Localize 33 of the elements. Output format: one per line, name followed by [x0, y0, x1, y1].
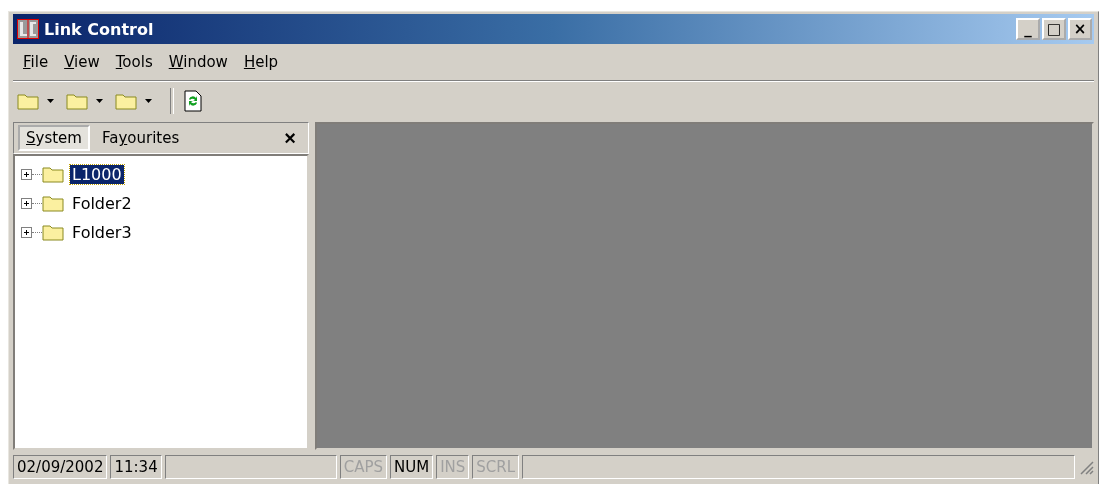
app-logo-icon	[17, 19, 39, 39]
expand-icon[interactable]	[21, 197, 32, 209]
resize-grip-icon[interactable]	[1078, 459, 1094, 475]
panel-tab[interactable]: Fayourites	[93, 125, 188, 151]
tree-item[interactable]: Folder3	[70, 222, 134, 242]
tree-item[interactable]: L1000	[70, 164, 124, 184]
status-indicator: NUM	[390, 455, 434, 479]
folder-icon	[42, 223, 64, 241]
menu-item[interactable]: Window	[160, 53, 236, 71]
tree-item[interactable]: Folder2	[70, 193, 134, 213]
menu-item[interactable]: File	[15, 53, 57, 71]
refresh-icon[interactable]	[184, 90, 202, 112]
menu-item[interactable]: View	[56, 53, 108, 71]
close-button[interactable]: ×	[284, 126, 296, 150]
expand-icon[interactable]	[21, 226, 32, 238]
status-date: 02/09/2002	[13, 455, 108, 479]
menu-item[interactable]: Help	[235, 53, 287, 71]
menu-item[interactable]: Tools	[107, 53, 161, 71]
close-button[interactable]: ×	[1068, 18, 1092, 40]
caret-icon[interactable]	[47, 99, 54, 103]
folder-icon	[42, 165, 64, 183]
maximize-button[interactable]: □	[1042, 18, 1066, 40]
window-title: Link Control	[44, 19, 155, 39]
minimize-button[interactable]: _	[1016, 18, 1040, 40]
panel-tab[interactable]: System	[18, 125, 90, 151]
folder-icon	[42, 194, 64, 212]
status-time: 11:34	[110, 455, 162, 479]
caret-icon[interactable]	[96, 99, 103, 103]
caret-icon[interactable]	[145, 99, 152, 103]
expand-icon[interactable]	[21, 168, 32, 180]
folder-icon	[17, 92, 39, 110]
folder-icon	[66, 92, 88, 110]
folder-icon	[115, 92, 137, 110]
